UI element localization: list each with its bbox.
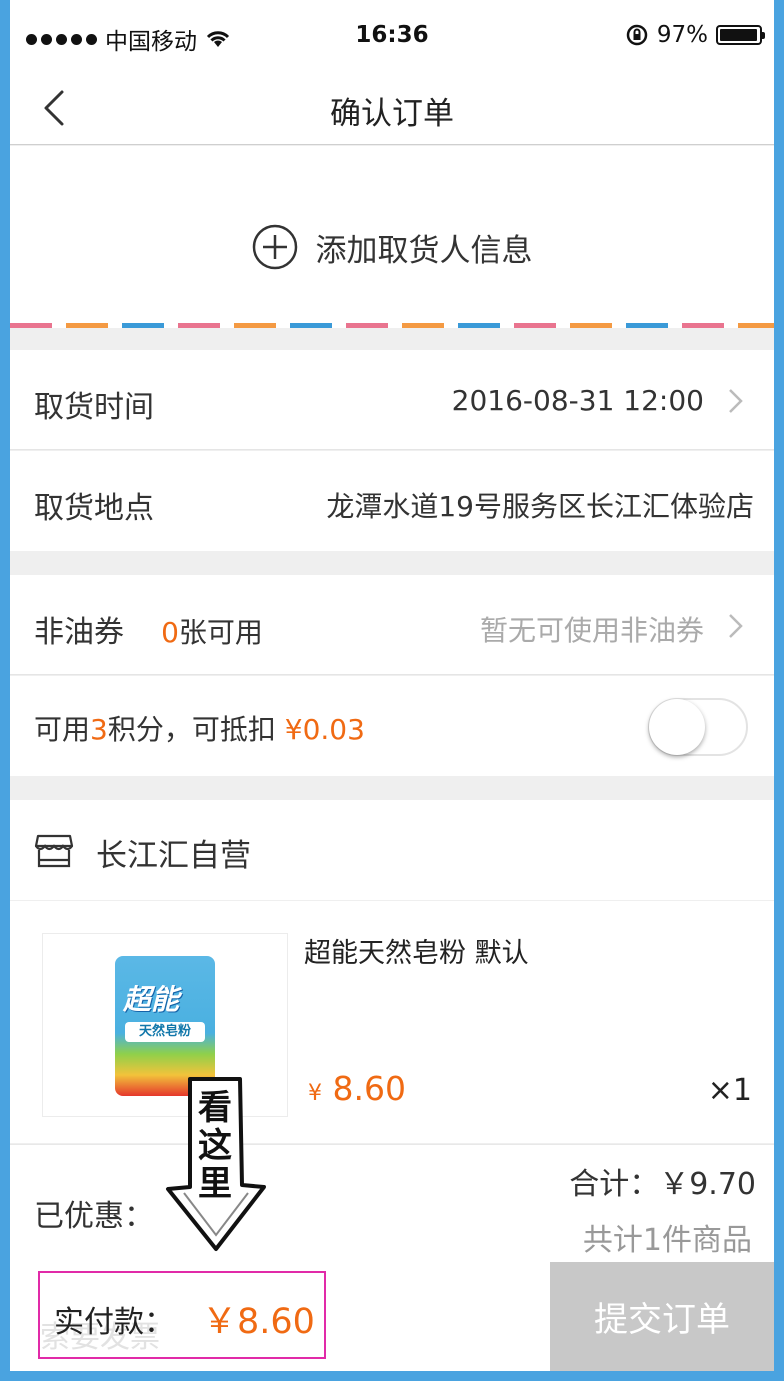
- annotation-text: 看 这 里: [160, 1089, 270, 1203]
- add-recipient-label: 添加取货人信息: [315, 232, 533, 269]
- battery-icon: [716, 25, 765, 45]
- pickup-time-label: 取货时间: [34, 390, 154, 425]
- look-here-arrow: 看 这 里: [160, 1075, 270, 1255]
- checkout-footer: 索要发票 实付款： ￥8.60 提交订单: [10, 1262, 774, 1371]
- points-row: 可用3积分，可抵扣 ¥0.03: [10, 676, 774, 776]
- phone-screen: 中国移动 16:36 97% 确认订单 添加取货人信息 取货时间 2016-08…: [10, 0, 774, 1371]
- product-item[interactable]: 超能 天然皂粉 超能天然皂粉 默认 ¥ 8.60 ×1: [10, 901, 774, 1143]
- pickup-time-value: 2016-08-31 12:00: [451, 384, 704, 417]
- store-header: 长江汇自营: [10, 800, 774, 900]
- coupon-label: 非油券: [34, 615, 124, 650]
- price-value: 8.60: [332, 1069, 406, 1108]
- pickup-location-value: 龙潭水道19号服务区长江汇体验店: [326, 490, 754, 523]
- pickup-location-label: 取货地点: [34, 491, 154, 526]
- saved-label: 已优惠：: [34, 1199, 154, 1234]
- annotation-char: 这: [198, 1126, 232, 1166]
- storefront-icon: [34, 834, 74, 868]
- chevron-right-icon: [729, 389, 743, 413]
- highlight-box: 实付款： ￥8.60: [38, 1271, 326, 1359]
- order-total: 合计：￥9.70: [569, 1167, 756, 1202]
- bag-sub: 天然皂粉: [125, 1022, 205, 1042]
- divider: [10, 449, 774, 450]
- points-count: 3: [90, 713, 108, 746]
- pay-amount: ￥8.60: [202, 1302, 315, 1342]
- product-quantity: ×1: [707, 1073, 752, 1108]
- points-prefix: 可用: [34, 713, 91, 746]
- page-title: 确认订单: [330, 96, 454, 132]
- rotation-lock-icon: [626, 24, 648, 46]
- status-bar: 中国移动 16:36 97%: [10, 0, 774, 72]
- bag-brand: 超能: [123, 983, 180, 1016]
- pickup-location-row: 取货地点 龙潭水道19号服务区长江汇体验店: [10, 451, 774, 551]
- points-middle: 积分，可抵扣: [107, 713, 276, 746]
- points-text: 可用3积分，可抵扣 ¥0.03: [34, 708, 365, 748]
- add-recipient-section[interactable]: 添加取货人信息: [10, 146, 774, 328]
- chevron-right-icon: [729, 614, 743, 638]
- plus-circle-icon: [252, 224, 297, 270]
- toggle-knob: [649, 699, 705, 755]
- product-name: 超能天然皂粉 默认: [304, 938, 529, 969]
- coupon-row[interactable]: 非油券 0张可用 暂无可使用非油券: [10, 575, 774, 675]
- submit-order-button[interactable]: 提交订单: [550, 1262, 774, 1371]
- points-amount: ¥0.03: [284, 713, 365, 746]
- price-symbol: ¥: [308, 1081, 322, 1106]
- envelope-stripe: [10, 323, 774, 328]
- divider: [10, 674, 774, 675]
- nav-bar: 确认订单: [10, 72, 774, 145]
- points-toggle[interactable]: [648, 698, 748, 756]
- annotation-char: 里: [198, 1164, 232, 1204]
- battery-percent: 97%: [656, 22, 708, 48]
- product-price: ¥ 8.60: [308, 1069, 406, 1108]
- pay-label: 实付款：: [54, 1305, 174, 1340]
- coupon-status: 暂无可使用非油券: [479, 614, 704, 647]
- status-right: 97%: [625, 22, 765, 48]
- coupon-count-suffix: 张可用: [178, 616, 263, 649]
- annotation-char: 看: [198, 1088, 232, 1128]
- add-recipient-button[interactable]: 添加取货人信息: [10, 224, 774, 270]
- pickup-time-row[interactable]: 取货时间 2016-08-31 12:00: [10, 350, 774, 450]
- store-name: 长江汇自营: [96, 838, 251, 874]
- coupon-count: 0: [161, 616, 179, 649]
- item-count: 共计1件商品: [582, 1223, 752, 1258]
- order-summary: 已优惠： 合计：￥9.70 共计1件商品: [10, 1144, 774, 1263]
- coupon-label-group: 非油券 0张可用: [34, 607, 263, 651]
